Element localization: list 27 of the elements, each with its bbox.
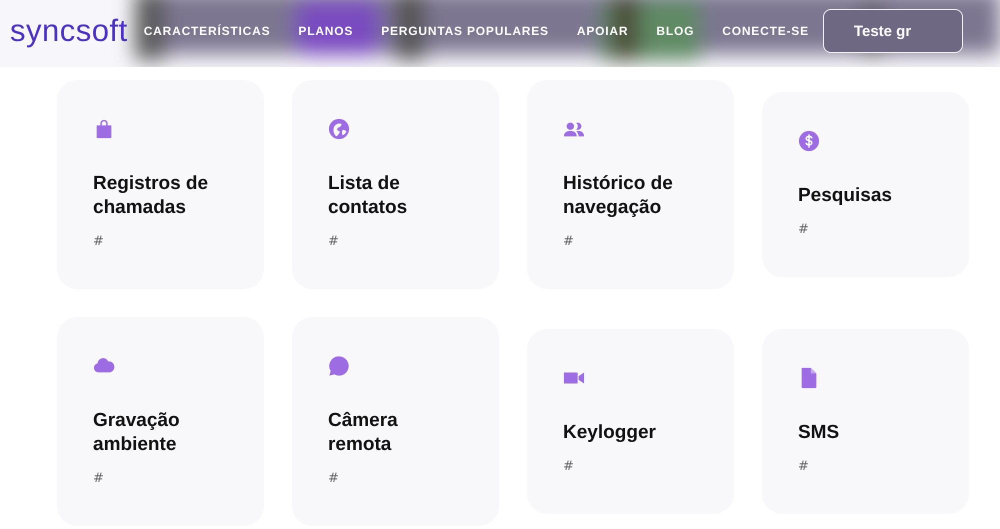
feature-link[interactable]: #	[563, 459, 574, 474]
logo[interactable]: syncsoft	[10, 13, 128, 49]
nav-link[interactable]: BLOG	[656, 24, 694, 38]
feature-title: Gravação ambiente	[93, 409, 181, 457]
feature-title: Câmera remota	[328, 409, 399, 457]
feature-link[interactable]: #	[798, 459, 809, 474]
feature-link[interactable]: #	[328, 234, 339, 249]
globe-icon	[328, 118, 350, 140]
nav-link[interactable]: PERGUNTAS POPULARES	[381, 24, 549, 38]
feature-title: Keylogger	[563, 421, 656, 445]
feature-link[interactable]: #	[798, 222, 809, 237]
nav-link[interactable]: APOIAR	[576, 24, 628, 38]
feature-link[interactable]: #	[328, 471, 339, 486]
feature-title: SMS	[798, 421, 840, 445]
chat-bubble-icon	[328, 355, 350, 377]
nav-link[interactable]: CARACTERÍSTICAS	[144, 24, 270, 38]
feature-link[interactable]: #	[93, 471, 104, 486]
nav-link[interactable]: CONECTE-SE	[722, 24, 809, 38]
trial-button[interactable]: Teste gr	[822, 9, 963, 53]
feature-link[interactable]: #	[93, 234, 104, 249]
feature-title: Histórico de navegação	[563, 172, 674, 220]
feature-link[interactable]: #	[563, 234, 574, 249]
feature-title: Pesquisas	[798, 184, 892, 208]
feature-title: Lista de contatos	[328, 172, 408, 220]
feature-title: Registros de chamadas	[93, 172, 210, 220]
nav-link[interactable]: PLANOS	[298, 24, 354, 38]
dollar-icon	[798, 130, 820, 152]
